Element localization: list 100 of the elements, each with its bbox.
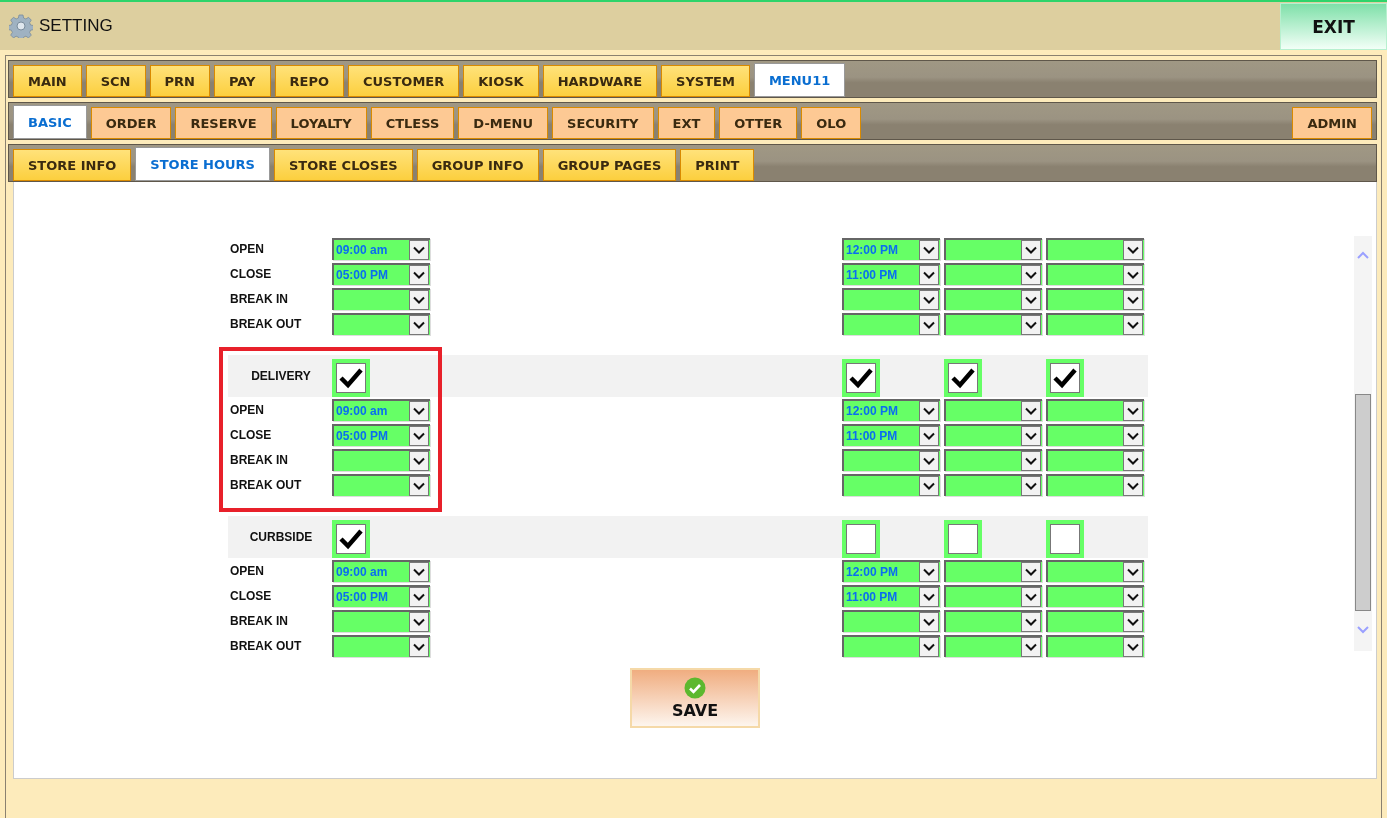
tab[interactable]: STORE CLOSES bbox=[273, 149, 413, 181]
section-label: CURBSIDE bbox=[248, 530, 314, 544]
time-dropdown[interactable] bbox=[1046, 237, 1144, 260]
time-dropdown[interactable] bbox=[332, 609, 430, 632]
time-dropdown[interactable] bbox=[332, 634, 430, 657]
tab[interactable]: RESERVE bbox=[175, 107, 272, 139]
tab[interactable]: D-MENU bbox=[458, 107, 549, 139]
time-dropdown[interactable]: 09:00 am bbox=[332, 559, 430, 582]
tab[interactable]: CUSTOMER bbox=[348, 65, 460, 97]
time-dropdown[interactable]: 11:00 PM bbox=[842, 262, 940, 285]
time-dropdown[interactable] bbox=[332, 473, 430, 496]
time-dropdown[interactable] bbox=[944, 634, 1042, 657]
chevron-down-icon bbox=[413, 270, 425, 279]
tab[interactable]: SYSTEM bbox=[661, 65, 750, 97]
time-dropdown[interactable] bbox=[944, 609, 1042, 632]
time-dropdown[interactable]: 11:00 PM bbox=[842, 584, 940, 607]
time-dropdown[interactable] bbox=[944, 584, 1042, 607]
tab[interactable]: GROUP INFO bbox=[416, 149, 539, 181]
tab[interactable]: MENU11 bbox=[753, 63, 846, 97]
chevron-down-icon bbox=[1025, 592, 1037, 601]
time-dropdown[interactable] bbox=[944, 473, 1042, 496]
tab[interactable]: OLO bbox=[801, 107, 862, 139]
save-button[interactable]: SAVE bbox=[630, 668, 760, 728]
time-dropdown[interactable]: 12:00 PM bbox=[842, 559, 940, 582]
tab[interactable]: EXT bbox=[657, 107, 716, 139]
chevron-down-icon bbox=[1127, 617, 1139, 626]
time-dropdown[interactable]: 12:00 PM bbox=[842, 237, 940, 260]
exit-button[interactable]: EXIT bbox=[1280, 3, 1387, 50]
tab[interactable]: STORE HOURS bbox=[135, 147, 270, 181]
tab[interactable]: MAIN bbox=[13, 65, 82, 97]
tab[interactable]: ADMIN bbox=[1292, 107, 1372, 139]
time-dropdown[interactable] bbox=[1046, 448, 1144, 471]
time-dropdown[interactable] bbox=[332, 448, 430, 471]
time-dropdown[interactable] bbox=[1046, 634, 1144, 657]
time-dropdown[interactable] bbox=[944, 423, 1042, 446]
tab[interactable]: PRINT bbox=[680, 149, 755, 181]
time-dropdown[interactable]: 11:00 PM bbox=[842, 423, 940, 446]
time-dropdown[interactable]: 05:00 PM bbox=[332, 423, 430, 446]
tab[interactable]: HARDWARE bbox=[542, 65, 658, 97]
time-dropdown[interactable] bbox=[1046, 584, 1144, 607]
time-dropdown[interactable]: 12:00 PM bbox=[842, 398, 940, 421]
tab[interactable]: CTLESS bbox=[370, 107, 455, 139]
time-dropdown[interactable] bbox=[1046, 312, 1144, 335]
time-dropdown[interactable]: 09:00 am bbox=[332, 398, 430, 421]
chevron-down-icon bbox=[923, 456, 935, 465]
time-dropdown[interactable] bbox=[944, 398, 1042, 421]
time-dropdown[interactable] bbox=[842, 448, 940, 471]
chevron-down-icon bbox=[923, 642, 935, 651]
tab[interactable]: LOYALTY bbox=[275, 107, 367, 139]
row-label: CLOSE bbox=[230, 427, 273, 442]
check-icon bbox=[338, 367, 364, 389]
tab[interactable]: STORE INFO bbox=[13, 149, 132, 181]
time-dropdown[interactable] bbox=[1046, 287, 1144, 310]
time-dropdown[interactable] bbox=[1046, 559, 1144, 582]
chevron-down-icon bbox=[413, 295, 425, 304]
chevron-down-icon bbox=[1025, 270, 1037, 279]
tab[interactable]: PAY bbox=[213, 65, 271, 97]
row-label: OPEN bbox=[230, 563, 265, 578]
time-dropdown[interactable]: 05:00 PM bbox=[332, 584, 430, 607]
chevron-down-icon bbox=[1025, 431, 1037, 440]
scrollbar-thumb[interactable] bbox=[1355, 394, 1371, 611]
time-dropdown[interactable] bbox=[332, 287, 430, 310]
tab[interactable]: ORDER bbox=[90, 107, 172, 139]
time-dropdown[interactable] bbox=[944, 262, 1042, 285]
tab[interactable]: PRN bbox=[149, 65, 210, 97]
tab[interactable]: GROUP PAGES bbox=[542, 149, 677, 181]
time-dropdown[interactable] bbox=[944, 448, 1042, 471]
time-dropdown[interactable] bbox=[842, 634, 940, 657]
chevron-down-icon bbox=[1025, 406, 1037, 415]
time-dropdown[interactable] bbox=[944, 287, 1042, 310]
gear-icon bbox=[9, 14, 33, 38]
time-dropdown[interactable] bbox=[944, 559, 1042, 582]
time-dropdown[interactable] bbox=[944, 312, 1042, 335]
scrollbar[interactable] bbox=[1354, 236, 1372, 651]
chevron-down-icon bbox=[923, 245, 935, 254]
tab[interactable]: OTTER bbox=[719, 107, 798, 139]
chevron-down-icon bbox=[923, 481, 935, 490]
tab[interactable]: SECURITY bbox=[552, 107, 654, 139]
check-icon bbox=[848, 367, 874, 389]
time-dropdown[interactable] bbox=[332, 312, 430, 335]
time-dropdown[interactable] bbox=[1046, 262, 1144, 285]
time-dropdown[interactable] bbox=[1046, 609, 1144, 632]
time-dropdown[interactable] bbox=[1046, 473, 1144, 496]
tab[interactable]: SCN bbox=[85, 65, 146, 97]
chevron-down-icon bbox=[1025, 642, 1037, 651]
time-dropdown[interactable] bbox=[944, 237, 1042, 260]
row-label: BREAK OUT bbox=[230, 316, 303, 331]
time-dropdown[interactable] bbox=[842, 473, 940, 496]
chevron-down-icon bbox=[1127, 642, 1139, 651]
time-dropdown[interactable]: 05:00 PM bbox=[332, 262, 430, 285]
tab[interactable]: REPO bbox=[274, 65, 344, 97]
time-dropdown[interactable] bbox=[842, 312, 940, 335]
time-dropdown[interactable]: 09:00 am bbox=[332, 237, 430, 260]
time-dropdown[interactable] bbox=[1046, 423, 1144, 446]
row-label: BREAK OUT bbox=[230, 638, 303, 653]
tab[interactable]: KIOSK bbox=[463, 65, 539, 97]
time-dropdown[interactable] bbox=[1046, 398, 1144, 421]
tab[interactable]: BASIC bbox=[13, 105, 87, 139]
time-dropdown[interactable] bbox=[842, 287, 940, 310]
time-dropdown[interactable] bbox=[842, 609, 940, 632]
